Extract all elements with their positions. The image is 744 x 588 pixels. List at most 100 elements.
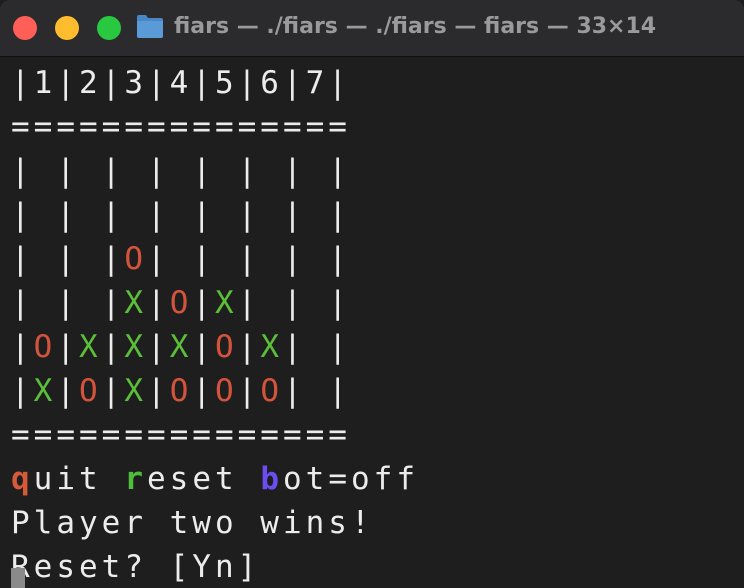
board-cell	[79, 241, 102, 277]
window-title: fiars — ./fiars — ./fiars — fiars — 33×1…	[174, 14, 657, 39]
board-cell	[79, 153, 102, 189]
menu-label-bot: ot=off	[283, 461, 419, 497]
board-divider: |	[56, 329, 80, 365]
board-divider: |	[192, 373, 216, 409]
board-cell	[215, 241, 238, 277]
board-cell: X	[215, 285, 238, 321]
board-cell	[79, 285, 102, 321]
board-divider: |	[328, 241, 352, 277]
board-divider: |	[101, 197, 125, 233]
board-divider: |	[283, 329, 306, 365]
board-divider: |	[147, 197, 170, 233]
board-divider: |	[192, 197, 216, 233]
board-cell	[124, 153, 147, 189]
board-divider: |	[11, 329, 34, 365]
board-divider: |	[328, 285, 352, 321]
board-cell: O	[33, 329, 57, 365]
board-row: | | | | | | | |	[11, 193, 351, 237]
board-divider: |	[328, 329, 352, 365]
menu-key-reset: r	[124, 461, 148, 497]
board-cell: O	[215, 373, 238, 409]
board-divider: |	[283, 153, 306, 189]
board-divider: |	[56, 373, 80, 409]
board-cell: X	[33, 373, 57, 409]
minimize-button[interactable]	[55, 16, 79, 40]
board-divider: |	[283, 241, 306, 277]
board-cell	[124, 197, 147, 233]
board-divider: |	[283, 197, 306, 233]
close-button[interactable]	[13, 16, 37, 40]
folder-icon	[137, 15, 163, 38]
board-cell	[260, 241, 283, 277]
board-divider: |	[192, 153, 216, 189]
board-cell	[306, 241, 329, 277]
board-cell: X	[124, 285, 148, 321]
board-cell: O	[260, 373, 284, 409]
column-header-row: |1|2|3|4|5|6|7|	[11, 65, 351, 101]
board-cell: X	[124, 329, 148, 365]
board-cell	[34, 285, 57, 321]
board-cell	[215, 153, 238, 189]
board-cell	[79, 197, 102, 233]
board-divider: |	[237, 373, 261, 409]
terminal-content[interactable]: |1|2|3|4|5|6|7| =============== | | | | …	[0, 57, 744, 588]
separator-bottom: ===============	[11, 417, 351, 453]
board-row: |O|X|X|X|O|X| |	[11, 325, 351, 369]
board-row: | | |X|O|X| | |	[11, 281, 351, 325]
board-divider: |	[11, 197, 34, 233]
menu-line: quit reset bot=off	[11, 457, 419, 501]
menu-key-quit: q	[11, 461, 34, 497]
board-divider: |	[147, 241, 170, 277]
board-divider: |	[11, 241, 34, 277]
board-divider: |	[56, 241, 80, 277]
board-cell	[34, 241, 57, 277]
board-divider: |	[101, 373, 125, 409]
board-row: | | |O| | | | |	[11, 237, 351, 281]
board-cell	[306, 153, 329, 189]
board-divider: |	[328, 373, 352, 409]
board-cell	[170, 197, 193, 233]
board-cell	[34, 153, 57, 189]
board-divider: |	[101, 153, 125, 189]
maximize-button[interactable]	[97, 16, 121, 40]
board-divider: |	[237, 329, 261, 365]
board-divider: |	[192, 241, 216, 277]
menu-key-bot: b	[260, 461, 284, 497]
board-divider: |	[101, 241, 125, 277]
board-cell	[215, 197, 238, 233]
board-cell	[306, 329, 329, 365]
board-divider: |	[147, 373, 170, 409]
board-divider: |	[147, 329, 170, 365]
board-divider: |	[192, 285, 216, 321]
board-divider: |	[101, 285, 125, 321]
menu-label-quit: uit	[33, 461, 102, 497]
board-cell: O	[215, 329, 238, 365]
board-cell: X	[79, 329, 102, 365]
board-divider: |	[56, 197, 80, 233]
board-row: |X|O|X|O|O|O| |	[11, 369, 351, 413]
board-cell	[306, 197, 329, 233]
board-divider: |	[147, 285, 170, 321]
board-cell	[260, 197, 283, 233]
board-cell	[260, 285, 283, 321]
separator-top: ===============	[11, 109, 351, 145]
board-cell	[170, 241, 193, 277]
board-divider: |	[56, 153, 80, 189]
board-cell	[306, 285, 329, 321]
board-cell	[34, 197, 57, 233]
board-divider: |	[147, 153, 170, 189]
board-divider: |	[328, 197, 352, 233]
board-divider: |	[237, 285, 261, 321]
board-row: | | | | | | | |	[11, 149, 351, 193]
board-cell	[306, 373, 329, 409]
board-divider: |	[283, 373, 306, 409]
board-divider: |	[237, 153, 261, 189]
board-cell: O	[124, 241, 148, 277]
terminal-window: fiars — ./fiars — ./fiars — fiars — 33×1…	[0, 0, 744, 588]
board-cell	[170, 153, 193, 189]
board-cell	[260, 153, 283, 189]
board-divider: |	[101, 329, 125, 365]
board-divider: |	[237, 241, 261, 277]
board-divider: |	[56, 285, 80, 321]
board-cell: X	[260, 329, 284, 365]
